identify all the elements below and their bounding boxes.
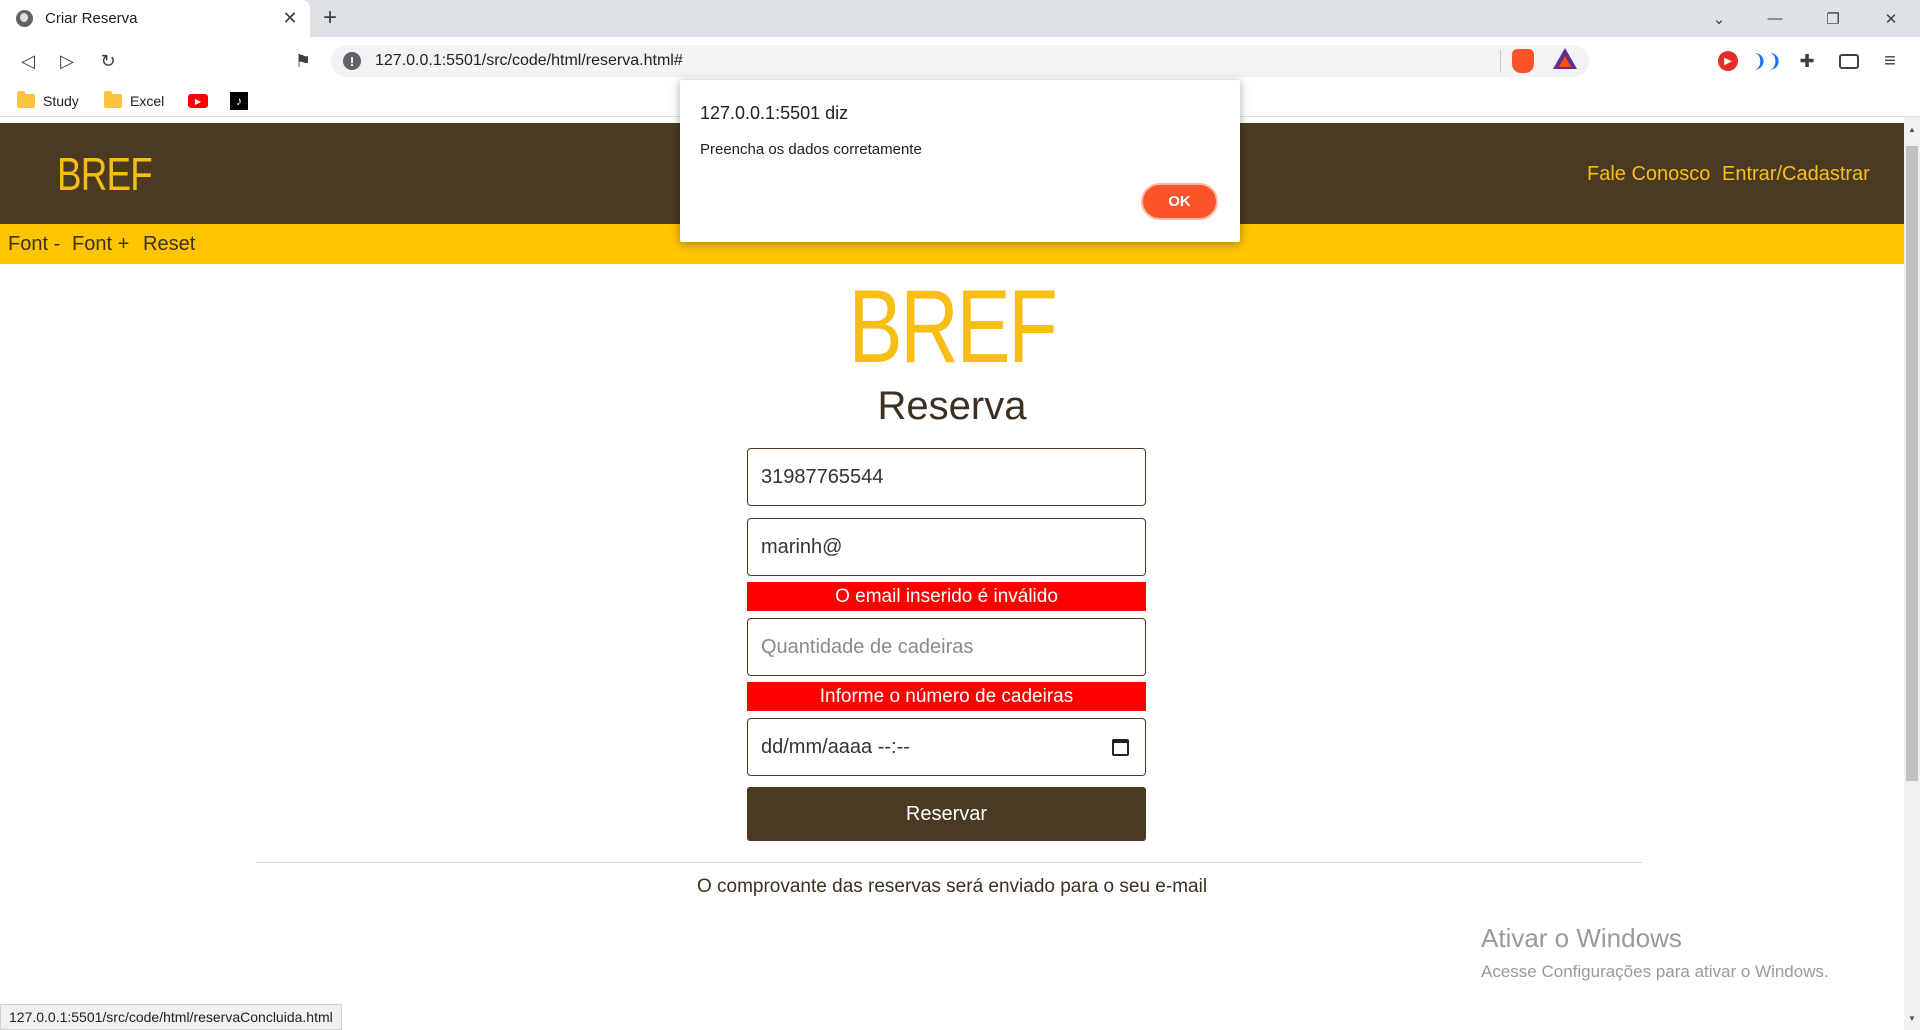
back-icon[interactable]: ◁	[12, 45, 44, 77]
footer-divider	[256, 862, 1642, 863]
youtube-extension-icon[interactable]: ▶	[1716, 49, 1740, 73]
new-tab-button[interactable]: +	[316, 4, 344, 32]
scroll-down-icon[interactable]: ▼	[1904, 1010, 1920, 1026]
audio-extension-icon[interactable]: ❩❩	[1752, 49, 1782, 73]
page-logo-title: BREF	[848, 269, 1058, 385]
youtube-icon: ▶	[188, 94, 208, 108]
watermark-subtitle: Acesse Configurações para ativar o Windo…	[1481, 962, 1829, 981]
contact-link[interactable]: Fale Conosco	[1587, 163, 1710, 186]
link-status-bar: 127.0.0.1:5501/src/code/html/reservaConc…	[0, 1004, 342, 1030]
site-logo[interactable]: BREF	[57, 147, 153, 201]
reserve-button[interactable]: Reservar	[747, 787, 1146, 841]
dialog-message: Preencha os dados corretamente	[700, 141, 922, 158]
browser-toolbar: ◁ ▷ ↻ ⚑ ! 127.0.0.1:5501/src/code/html/r…	[0, 37, 1920, 85]
page-scrollbar[interactable]: ▲ ▼	[1904, 117, 1920, 1030]
tab-title: Criar Reserva	[45, 10, 138, 27]
font-reset-button[interactable]: Reset	[143, 233, 195, 256]
receipt-note: O comprovante das reservas será enviado …	[696, 876, 1208, 897]
tab-close-button[interactable]: ✕	[276, 5, 304, 33]
alert-dialog: 127.0.0.1:5501 diz Preencha os dados cor…	[680, 80, 1240, 242]
email-field[interactable]: marinh@	[747, 518, 1146, 576]
windows-activation-watermark: Ativar o Windows Acesse Configurações pa…	[1481, 923, 1829, 982]
font-decrease-button[interactable]: Font -	[8, 233, 60, 256]
brave-rewards-icon[interactable]	[1553, 48, 1577, 69]
tiktok-icon: ♪	[230, 92, 248, 110]
email-error-message: O email inserido é inválido	[747, 582, 1146, 611]
browser-tab[interactable]: Criar Reserva ✕	[0, 0, 310, 37]
bookmark-label: Study	[43, 93, 79, 109]
login-link[interactable]: Entrar/Cadastrar	[1722, 163, 1870, 186]
folder-icon	[17, 91, 35, 108]
font-increase-button[interactable]: Font +	[72, 233, 129, 256]
bookmark-youtube[interactable]: ▶	[188, 90, 208, 112]
globe-icon	[16, 10, 33, 27]
dialog-title: 127.0.0.1:5501 diz	[700, 103, 849, 123]
menu-icon[interactable]: ≡	[1878, 49, 1902, 73]
phone-field[interactable]: 31987765544	[747, 448, 1146, 506]
scroll-up-icon[interactable]: ▲	[1904, 121, 1920, 137]
restore-button[interactable]: ❐	[1808, 0, 1858, 37]
page-subtitle: Reserva	[877, 384, 1027, 428]
url-text[interactable]: 127.0.0.1:5501/src/code/html/reserva.htm…	[375, 52, 683, 70]
bookmark-study[interactable]: Study	[17, 90, 79, 112]
folder-icon	[104, 91, 122, 108]
bookmark-icon[interactable]: ⚑	[287, 45, 319, 77]
tab-strip: Criar Reserva ✕ + ⌄ — ❐ ✕	[0, 0, 1920, 37]
datetime-value: dd/mm/aaaa --:--	[761, 735, 910, 758]
datetime-field[interactable]: dd/mm/aaaa --:--	[747, 718, 1146, 776]
reload-icon[interactable]: ↻	[92, 45, 124, 77]
extensions-icon[interactable]: ✚	[1795, 49, 1819, 73]
watermark-title: Ativar o Windows	[1481, 923, 1682, 953]
wallet-icon[interactable]	[1837, 49, 1861, 73]
forward-icon[interactable]: ▷	[51, 45, 83, 77]
calendar-icon[interactable]	[1112, 739, 1129, 756]
toolbar-divider	[1500, 50, 1501, 72]
scroll-thumb[interactable]	[1906, 146, 1918, 781]
close-window-button[interactable]: ✕	[1866, 0, 1916, 37]
chairs-quantity-field[interactable]: Quantidade de cadeiras	[747, 618, 1146, 676]
brave-shields-icon[interactable]	[1512, 49, 1534, 73]
tab-search-button[interactable]: ⌄	[1694, 0, 1744, 37]
page-viewport: BREF Fale Conosco Entrar/Cadastrar Font …	[0, 117, 1904, 1030]
site-info-icon[interactable]: !	[343, 52, 361, 70]
minimize-button[interactable]: —	[1750, 0, 1800, 37]
bookmark-label: Excel	[130, 93, 165, 109]
bookmark-tiktok[interactable]: ♪	[230, 90, 248, 112]
dialog-ok-button[interactable]: OK	[1141, 183, 1218, 220]
address-bar[interactable]: ! 127.0.0.1:5501/src/code/html/reserva.h…	[331, 45, 1589, 77]
bookmark-excel[interactable]: Excel	[104, 90, 164, 112]
chairs-error-message: Informe o número de cadeiras	[747, 682, 1146, 711]
